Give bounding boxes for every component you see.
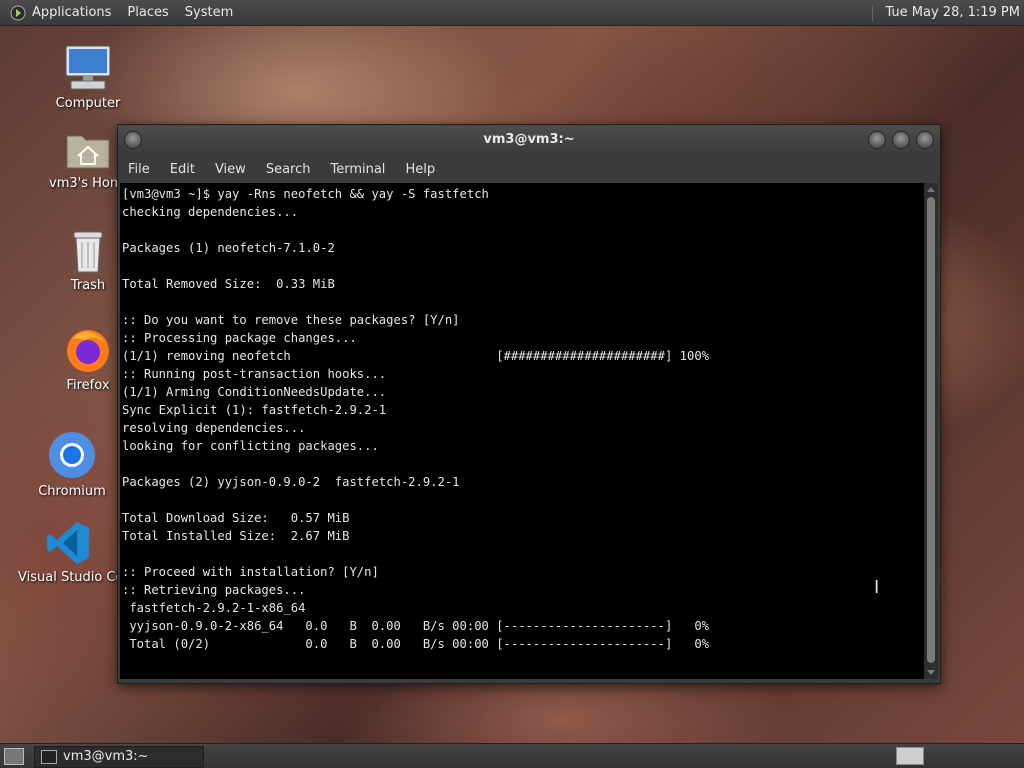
menu-view[interactable]: View (215, 162, 246, 177)
trash-icon (73, 231, 103, 273)
window-title: vm3@vm3:~ (483, 132, 575, 147)
terminal-line: Total Download Size: 0.57 MiB (122, 511, 350, 525)
workspace-switcher[interactable] (896, 747, 924, 765)
terminal-line: yyjson-0.9.0-2-x86_64 0.0 B 0.00 B/s 00:… (122, 619, 709, 633)
taskbar-window-label: vm3@vm3:~ (63, 749, 149, 764)
terminal-line: :: Proceed with installation? [Y/n] (122, 565, 379, 579)
desktop-icon-vscode[interactable]: Visual Studio Code (18, 520, 124, 585)
terminal-line: fastfetch-2.9.2-1-x86_64 (122, 601, 306, 615)
terminal-line: :: Processing package changes... (122, 331, 357, 345)
vscode-icon (47, 522, 89, 564)
window-menu-button[interactable] (124, 131, 142, 149)
chromium-icon (49, 432, 95, 478)
desktop-icon-label: Chromium (38, 484, 106, 499)
show-desktop-icon[interactable] (4, 748, 24, 765)
terminal-line: checking dependencies... (122, 205, 299, 219)
maximize-button[interactable] (892, 131, 910, 149)
minimize-button[interactable] (868, 131, 886, 149)
scroll-down-icon[interactable] (927, 670, 935, 675)
terminal-line: :: Do you want to remove these packages?… (122, 313, 460, 327)
computer-icon (65, 45, 111, 90)
taskbar-window-button[interactable]: vm3@vm3:~ (34, 746, 204, 768)
terminal-line: Packages (2) yyjson-0.9.0-2 fastfetch-2.… (122, 475, 460, 489)
terminal-line: Total Removed Size: 0.33 MiB (122, 277, 335, 291)
desktop-icon-label: Computer (55, 96, 121, 111)
top-panel: Applications Places System Tue May 28, 1… (0, 0, 1024, 26)
gnome-foot-icon[interactable] (10, 5, 26, 21)
terminal-line: resolving dependencies... (122, 421, 306, 435)
terminal-line: (1/1) removing neofetch [###############… (122, 349, 709, 363)
terminal-line: Total (0/2) 0.0 B 0.00 B/s 00:00 [------… (122, 637, 709, 651)
terminal-window[interactable]: vm3@vm3:~ File Edit View Search Terminal… (117, 124, 941, 684)
ibeam-cursor-icon: I (874, 577, 880, 598)
terminal-line: looking for conflicting packages... (122, 439, 379, 453)
terminal-line: (1/1) Arming ConditionNeedsUpdate... (122, 385, 387, 399)
terminal-menubar: File Edit View Search Terminal Help (118, 155, 940, 183)
bottom-panel: vm3@vm3:~ (0, 743, 1024, 768)
menu-edit[interactable]: Edit (170, 162, 195, 177)
firefox-icon (67, 330, 109, 372)
window-titlebar[interactable]: vm3@vm3:~ (118, 125, 940, 155)
terminal-scrollbar[interactable] (924, 183, 938, 679)
applications-menu[interactable]: Applications (32, 5, 111, 20)
terminal-line: Total Installed Size: 2.67 MiB (122, 529, 350, 543)
terminal-line: :: Retrieving packages... (122, 583, 306, 597)
terminal-icon (41, 750, 57, 764)
menu-help[interactable]: Help (405, 162, 435, 177)
menu-terminal[interactable]: Terminal (330, 162, 385, 177)
places-menu[interactable]: Places (127, 5, 168, 20)
terminal-line: Sync Explicit (1): fastfetch-2.9.2-1 (122, 403, 387, 417)
desktop-icon-chromium[interactable]: Chromium (22, 430, 122, 499)
menu-search[interactable]: Search (266, 162, 311, 177)
clock[interactable]: Tue May 28, 1:19 PM (885, 5, 1020, 20)
close-button[interactable] (916, 131, 934, 149)
scrollbar-thumb[interactable] (927, 197, 935, 663)
terminal-line: :: Running post-transaction hooks... (122, 367, 387, 381)
system-menu[interactable]: System (185, 5, 233, 20)
desktop-icon-computer[interactable]: Computer (38, 44, 138, 111)
desktop-icon-label: Visual Studio Code (18, 570, 124, 585)
panel-separator (872, 4, 875, 21)
terminal-output[interactable]: [vm3@vm3 ~]$ yay -Rns neofetch && yay -S… (120, 183, 924, 679)
menu-file[interactable]: File (128, 162, 150, 177)
desktop-icon-label: vm3's Home (49, 176, 127, 191)
terminal-line: [vm3@vm3 ~]$ yay -Rns neofetch && yay -S… (122, 187, 489, 201)
terminal-line: Packages (1) neofetch-7.1.0-2 (122, 241, 335, 255)
home-folder-icon (66, 135, 110, 169)
scroll-up-icon[interactable] (927, 187, 935, 192)
